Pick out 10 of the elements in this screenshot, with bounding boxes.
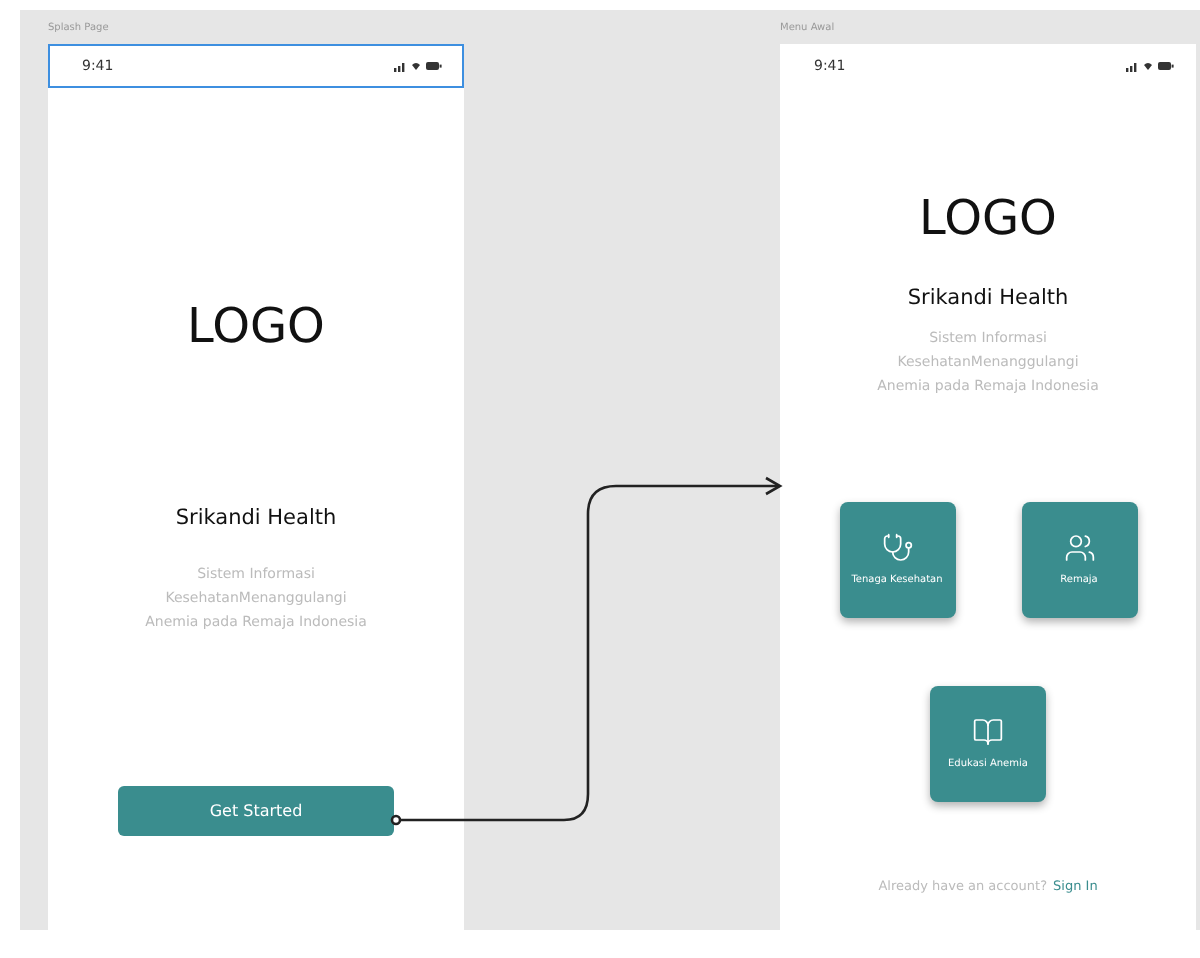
app-title: Srikandi Health bbox=[907, 286, 1069, 310]
status-icons bbox=[394, 60, 442, 72]
people-icon bbox=[1063, 532, 1095, 564]
get-started-button[interactable]: Get Started bbox=[118, 786, 394, 836]
app-title: Srikandi Health bbox=[175, 506, 337, 530]
book-icon bbox=[972, 716, 1004, 748]
stethoscope-icon bbox=[881, 532, 913, 564]
status-icons bbox=[1126, 60, 1174, 72]
logo-text: LOGO bbox=[187, 298, 325, 354]
logo-text: LOGO bbox=[919, 190, 1057, 246]
